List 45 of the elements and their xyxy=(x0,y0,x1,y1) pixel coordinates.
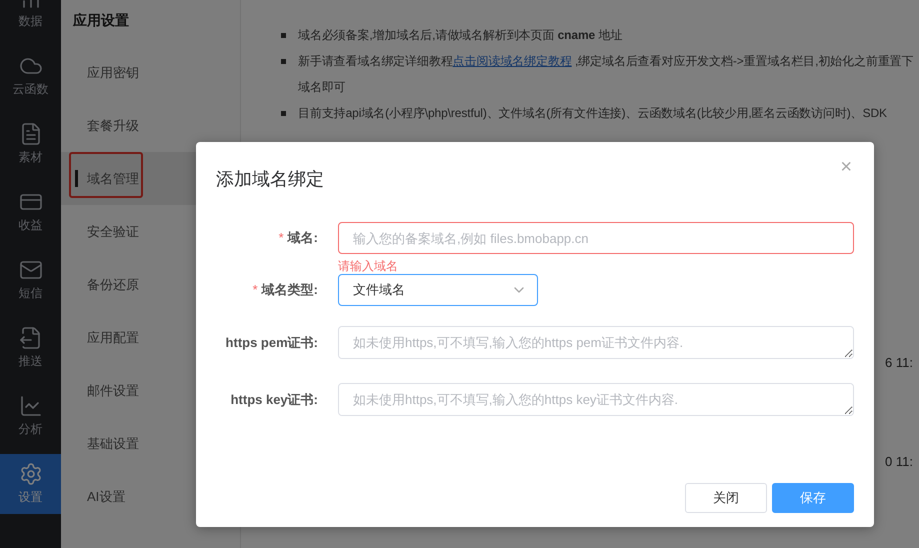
error-message: 请输入域名 xyxy=(338,258,398,274)
mail-icon xyxy=(18,258,42,282)
rail-label: 云函数 xyxy=(12,81,48,98)
note-text: 目前支持api域名(小程序\php\restful)、文件域名(所有文件连接)、云函数域名(比较少用,匿名云函数访问时)、SDK xyxy=(298,105,887,122)
menu-item[interactable]: 应用密钥 xyxy=(61,46,240,99)
menu-title: 应用设置 xyxy=(72,11,130,30)
bullet-icon xyxy=(281,59,286,64)
type-select[interactable]: 文件域名 xyxy=(338,274,538,306)
rail-label: 素材 xyxy=(18,149,42,166)
rail-label: 数据 xyxy=(18,13,42,30)
rail-item[interactable]: 短信 xyxy=(0,250,61,310)
rail-label: 设置 xyxy=(18,489,42,506)
line-chart-icon xyxy=(18,394,42,418)
rail-label: 分析 xyxy=(18,421,42,438)
field-label: https key证书: xyxy=(230,390,318,408)
active-indicator xyxy=(75,170,78,187)
cancel-button[interactable]: 关闭 xyxy=(685,483,767,513)
rail-label: 短信 xyxy=(18,285,42,302)
rail-item[interactable]: 分析 xyxy=(0,386,61,446)
note-text: 新手请查看域名绑定详细教程点击阅读域名绑定教程 ,绑定域名后查看对应开发文档->重置域名栏目,初始化之前重置下域名即可 xyxy=(298,53,915,96)
rail-label: 收益 xyxy=(18,217,42,234)
settings-icon xyxy=(18,462,42,486)
time-text: 0 11: xyxy=(885,454,913,469)
bullet-icon xyxy=(281,111,286,116)
certificate-text-field[interactable]: 如未使用https,可不填写,输入您的https pem证书文件内容. xyxy=(338,326,854,359)
field-label: https pem证书: xyxy=(224,334,318,352)
rail-item[interactable]: 云函数 xyxy=(0,46,61,106)
tutorial-link[interactable]: 点击阅读域名绑定教程 xyxy=(452,54,572,68)
bullet-icon xyxy=(281,33,286,38)
menu-item[interactable]: 套餐升级 xyxy=(61,99,240,152)
domain-input-field[interactable]: 输入您的备案域名,例如 files.bmobapp.cn xyxy=(338,222,854,254)
note-text: 域名必须备案,增加域名后,请做域名解析到本页面 cname 地址 xyxy=(298,27,622,44)
rail-item[interactable]: 数据 xyxy=(0,0,61,38)
save-button[interactable]: 保存 xyxy=(772,483,854,513)
field-label: * 域名: xyxy=(278,229,318,247)
rail-item[interactable]: 收益 xyxy=(0,182,61,242)
rail-item[interactable]: 素材 xyxy=(0,114,61,174)
document-arrow-icon xyxy=(18,326,42,350)
rail-item[interactable]: 推送 xyxy=(0,318,61,378)
close-button[interactable]: × xyxy=(836,156,856,179)
field-label: * 域名类型: xyxy=(252,281,318,299)
time-text: 6 11: xyxy=(885,355,913,370)
rail-label: 推送 xyxy=(18,353,42,370)
rail-item[interactable]: 设置 xyxy=(0,454,61,514)
certificate-text-field[interactable]: 如未使用https,可不填写,输入您的https key证书文件内容. xyxy=(338,383,854,416)
